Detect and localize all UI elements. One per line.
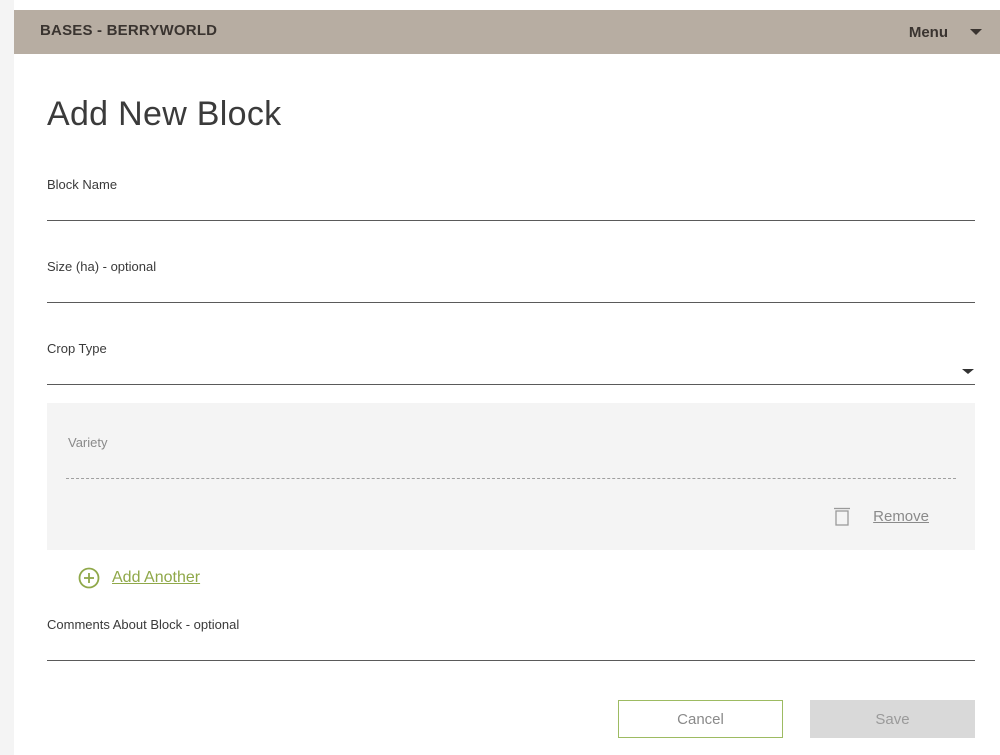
chevron-down-icon[interactable] bbox=[962, 369, 974, 374]
left-margin bbox=[0, 0, 14, 755]
block-name-label: Block Name bbox=[47, 177, 118, 192]
plus-circle-icon bbox=[78, 567, 100, 589]
add-another-link[interactable]: Add Another bbox=[112, 569, 200, 587]
save-button[interactable]: Save bbox=[810, 700, 975, 738]
comments-label: Comments About Block - optional bbox=[47, 617, 240, 632]
variety-underline bbox=[66, 478, 956, 479]
chevron-down-icon bbox=[970, 29, 982, 35]
add-another-button[interactable]: Add Another bbox=[78, 567, 200, 589]
menu-button[interactable]: Menu bbox=[909, 18, 982, 46]
size-underline bbox=[47, 302, 975, 303]
comments-input[interactable] bbox=[47, 634, 975, 660]
remove-link[interactable]: Remove bbox=[873, 508, 929, 525]
size-input[interactable] bbox=[47, 276, 975, 302]
cancel-button[interactable]: Cancel bbox=[618, 700, 783, 738]
variety-input[interactable] bbox=[66, 451, 956, 477]
crop-type-select[interactable] bbox=[47, 358, 975, 384]
trash-icon bbox=[834, 507, 851, 526]
variety-label: Variety bbox=[68, 435, 108, 450]
variety-panel: Variety Remove bbox=[47, 403, 975, 550]
comments-underline bbox=[47, 660, 975, 661]
block-name-underline bbox=[47, 220, 975, 221]
page-title: Add New Block bbox=[47, 95, 282, 133]
remove-variety-button[interactable]: Remove bbox=[833, 506, 929, 526]
block-name-input[interactable] bbox=[47, 194, 975, 220]
app-title: BASES - BERRYWORLD bbox=[40, 22, 218, 39]
crop-type-label: Crop Type bbox=[47, 341, 107, 356]
crop-type-underline bbox=[47, 384, 975, 385]
size-label: Size (ha) - optional bbox=[47, 259, 157, 274]
menu-label: Menu bbox=[908, 23, 948, 41]
top-bar: BASES - BERRYWORLD Menu bbox=[14, 10, 1000, 54]
